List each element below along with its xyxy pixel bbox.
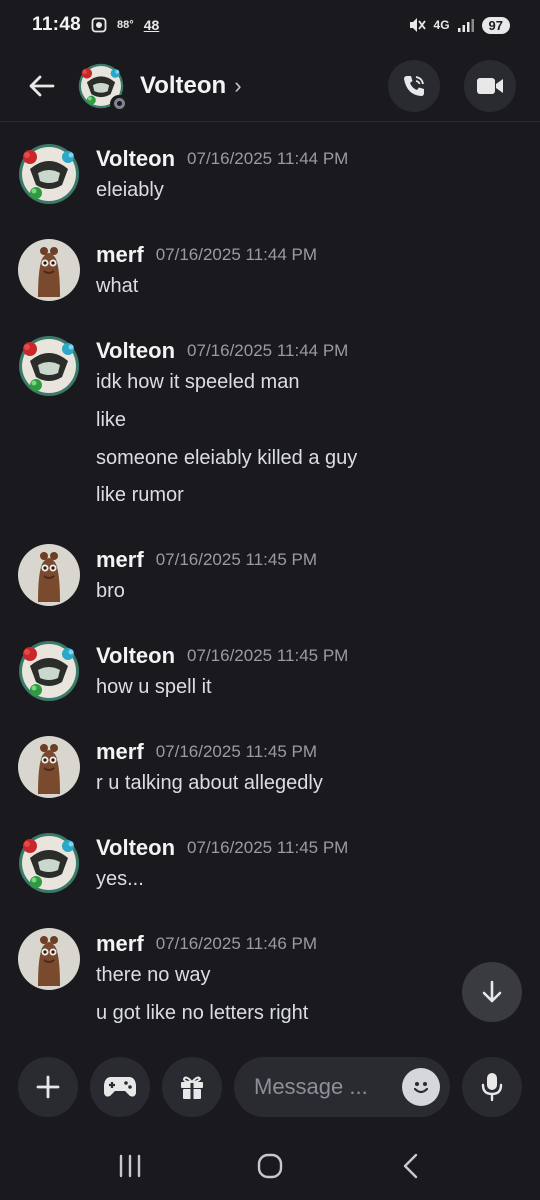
message-text[interactable]: u got like no letters right: [96, 1002, 308, 1025]
avatar-volteon[interactable]: [18, 143, 80, 205]
message-timestamp: 07/16/2025 11:45 PM: [187, 646, 349, 665]
back-button[interactable]: [12, 56, 72, 116]
avatar-merf[interactable]: [18, 544, 80, 606]
video-camera-icon: [477, 77, 503, 94]
chevron-left-icon: [403, 1153, 418, 1179]
message-text[interactable]: bro: [96, 580, 125, 603]
message-list[interactable]: Volteon 07/16/2025 11:44 PM eleiably merf…: [0, 123, 540, 1040]
message-text[interactable]: how u spell it: [96, 676, 212, 699]
gamepad-icon: [104, 1077, 136, 1097]
message-timestamp: 07/16/2025 11:44 PM: [187, 149, 349, 168]
message-author[interactable]: merf: [96, 242, 144, 268]
network-type: 4G: [433, 18, 450, 32]
message-group: merf 07/16/2025 11:46 PM there no way u g…: [0, 928, 540, 1038]
status-weather: 48: [143, 17, 160, 33]
message-timestamp: 07/16/2025 11:46 PM: [155, 934, 317, 953]
arrow-down-icon: [482, 980, 502, 1003]
message-text[interactable]: what: [96, 275, 138, 298]
status-bar: 11:48 88° 48 4G 97: [0, 0, 540, 50]
emoji-button[interactable]: [402, 1068, 440, 1106]
message-author[interactable]: merf: [96, 547, 144, 573]
header-avatar[interactable]: [78, 63, 128, 113]
message-timestamp: 07/16/2025 11:44 PM: [187, 341, 349, 360]
android-nav-bar: [0, 1132, 540, 1200]
chevron-right-icon: ›: [234, 72, 242, 98]
message-text[interactable]: like: [96, 409, 126, 432]
home-icon: [257, 1153, 283, 1179]
avatar-merf[interactable]: [18, 928, 80, 990]
avatar-volteon[interactable]: [18, 832, 80, 894]
recent-apps-button[interactable]: [100, 1141, 160, 1191]
message-text[interactable]: there no way: [96, 964, 211, 987]
phone-call-icon: [404, 75, 424, 96]
message-group: Volteon 07/16/2025 11:44 PM idk how it sp…: [0, 335, 540, 515]
message-text[interactable]: idk how it speeled man: [96, 371, 299, 394]
message-author[interactable]: Volteon: [96, 835, 175, 861]
avatar-merf[interactable]: [18, 736, 80, 798]
voice-call-button[interactable]: [388, 59, 440, 112]
mute-icon: [409, 18, 426, 32]
screen-record-icon: [91, 17, 107, 33]
status-temp: 88°: [117, 19, 134, 31]
message-timestamp: 07/16/2025 11:45 PM: [187, 838, 349, 857]
channel-header: Volteon ›: [0, 50, 540, 122]
message-input-box[interactable]: [234, 1057, 450, 1117]
message-author[interactable]: Volteon: [96, 338, 175, 364]
jump-to-latest-button[interactable]: [462, 962, 522, 1022]
microphone-icon: [481, 1073, 503, 1102]
add-attachment-button[interactable]: [18, 1057, 78, 1117]
gift-button[interactable]: [162, 1057, 222, 1117]
home-button[interactable]: [240, 1141, 300, 1191]
gift-icon: [181, 1076, 203, 1099]
message-text[interactable]: r u talking about allegedly: [96, 772, 323, 795]
message-timestamp: 07/16/2025 11:45 PM: [155, 550, 317, 569]
message-author[interactable]: Volteon: [96, 146, 175, 172]
recent-apps-icon: [119, 1154, 141, 1178]
avatar-volteon[interactable]: [18, 335, 80, 397]
message-group: merf 07/16/2025 11:45 PM bro: [0, 544, 540, 614]
avatar-merf[interactable]: [18, 239, 80, 301]
offline-status-icon: [110, 94, 128, 113]
video-call-button[interactable]: [464, 59, 516, 112]
message-text[interactable]: like rumor: [96, 484, 184, 507]
message-timestamp: 07/16/2025 11:44 PM: [155, 245, 317, 264]
message-author[interactable]: Volteon: [96, 643, 175, 669]
plus-icon: [36, 1075, 60, 1099]
message-group: Volteon 07/16/2025 11:45 PM how u spell i…: [0, 640, 540, 710]
message-author[interactable]: merf: [96, 739, 144, 765]
message-input[interactable]: [254, 1074, 402, 1100]
activities-button[interactable]: [90, 1057, 150, 1117]
back-nav-button[interactable]: [380, 1141, 440, 1191]
battery-level: 97: [481, 16, 510, 34]
message-text[interactable]: yes...: [96, 868, 144, 891]
message-text[interactable]: someone eleiably killed a guy: [96, 447, 357, 470]
message-text[interactable]: eleiably: [96, 179, 164, 202]
message-author[interactable]: merf: [96, 931, 144, 957]
message-group: Volteon 07/16/2025 11:45 PM yes...: [0, 832, 540, 902]
back-arrow-icon: [29, 75, 55, 96]
avatar-volteon[interactable]: [18, 640, 80, 702]
message-group: merf 07/16/2025 11:45 PM r u talking abou…: [0, 736, 540, 806]
status-time: 11:48: [32, 14, 82, 35]
message-composer: [0, 1042, 540, 1132]
channel-title[interactable]: Volteon ›: [140, 72, 242, 100]
message-timestamp: 07/16/2025 11:45 PM: [155, 742, 317, 761]
channel-name: Volteon: [140, 71, 227, 99]
message-group: Volteon 07/16/2025 11:44 PM eleiably: [0, 143, 540, 213]
message-group: merf 07/16/2025 11:44 PM what: [0, 239, 540, 309]
voice-message-button[interactable]: [462, 1057, 522, 1117]
signal-icon: [457, 19, 474, 32]
emoji-face-icon: [413, 1082, 429, 1094]
